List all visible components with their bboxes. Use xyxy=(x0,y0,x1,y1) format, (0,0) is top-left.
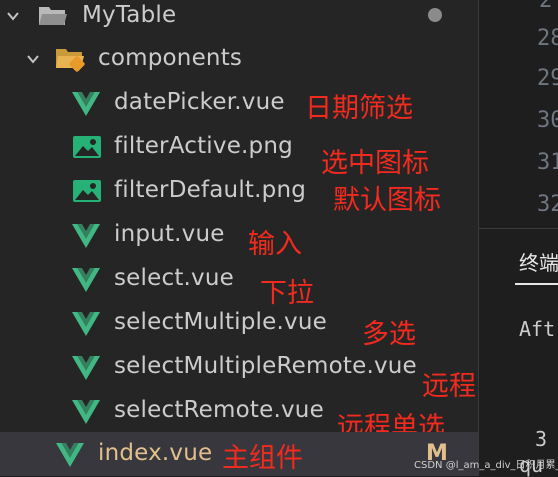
vue-icon xyxy=(72,356,100,380)
tree-label-file: selectMultipleRemote.vue xyxy=(114,353,417,379)
tree-row-file[interactable]: selectMultiple.vue 多选 xyxy=(0,301,478,350)
tree-label-file: datePicker.vue xyxy=(114,89,285,115)
tree-label-index: index.vue xyxy=(98,440,213,466)
tree-label-file: selectRemote.vue xyxy=(114,397,324,423)
annotation-label: 主组件 xyxy=(222,443,303,474)
tree-row-file[interactable]: datePicker.vue 日期筛选 xyxy=(0,81,478,125)
image-icon xyxy=(73,136,101,158)
tree-label-file: selectMultiple.vue xyxy=(114,309,327,335)
annotation-label: 默认图标 xyxy=(333,185,441,216)
annotation-label: 输入 xyxy=(248,229,302,260)
tree-label-file: filterActive.png xyxy=(114,133,293,159)
tree-label-file: input.vue xyxy=(114,221,225,247)
vue-icon xyxy=(72,224,100,248)
line-number: 29 xyxy=(537,66,558,91)
tree-row-components[interactable]: components xyxy=(0,38,478,82)
vue-icon xyxy=(72,268,100,292)
modified-dot-indicator xyxy=(428,8,442,22)
tree-row-index-vue[interactable]: index.vue 主组件 M xyxy=(0,432,478,476)
components-folder-icon xyxy=(56,49,85,72)
terminal-output-line: Aft xyxy=(519,317,556,341)
vue-icon xyxy=(72,92,100,116)
chevron-down-icon xyxy=(27,55,39,64)
tree-row-file[interactable]: selectRemote.vue 远程单选 xyxy=(0,389,478,443)
tree-label-mytable: MyTable xyxy=(82,2,177,28)
editor-area: 2 28 29 30 31 32 终端 Aft 3 qu xyxy=(478,0,558,477)
tree-row-file[interactable]: selectMultipleRemote.vue 远程多选 xyxy=(0,345,530,402)
line-number: 28 xyxy=(537,26,558,51)
folder-open-icon xyxy=(39,7,67,25)
image-icon xyxy=(73,180,101,202)
annotation-label: 日期筛选 xyxy=(305,93,413,124)
tree-row-file[interactable]: input.vue 输入 xyxy=(0,213,478,260)
vue-icon xyxy=(72,400,100,424)
active-tab-indicator xyxy=(515,283,558,285)
tree-label-components: components xyxy=(98,45,243,71)
line-number: 32 xyxy=(537,192,558,217)
file-explorer: MyTable components datePicker.vue 日期筛选 f… xyxy=(0,0,530,476)
line-number: 30 xyxy=(537,108,558,133)
tree-label-file: select.vue xyxy=(114,265,234,291)
tree-row-file[interactable]: filterActive.png 选中图标 xyxy=(0,125,478,179)
vue-icon xyxy=(56,443,84,467)
tree-row-file[interactable]: select.vue 下拉 xyxy=(0,257,478,309)
line-number: 2 xyxy=(539,0,553,13)
terminal-output-line: 3 xyxy=(535,427,548,451)
chevron-down-icon xyxy=(7,12,19,21)
tree-row-file[interactable]: filterDefault.png 默认图标 xyxy=(0,169,478,216)
vue-icon xyxy=(72,312,100,336)
bottom-panel: 终端 Aft 3 qu xyxy=(479,228,558,477)
line-number: 31 xyxy=(537,150,558,175)
csdn-watermark: CSDN @l_am_a_div_日积月累_ xyxy=(414,460,558,471)
tree-label-file: filterDefault.png xyxy=(114,177,307,203)
tab-terminal[interactable]: 终端 xyxy=(519,247,558,276)
